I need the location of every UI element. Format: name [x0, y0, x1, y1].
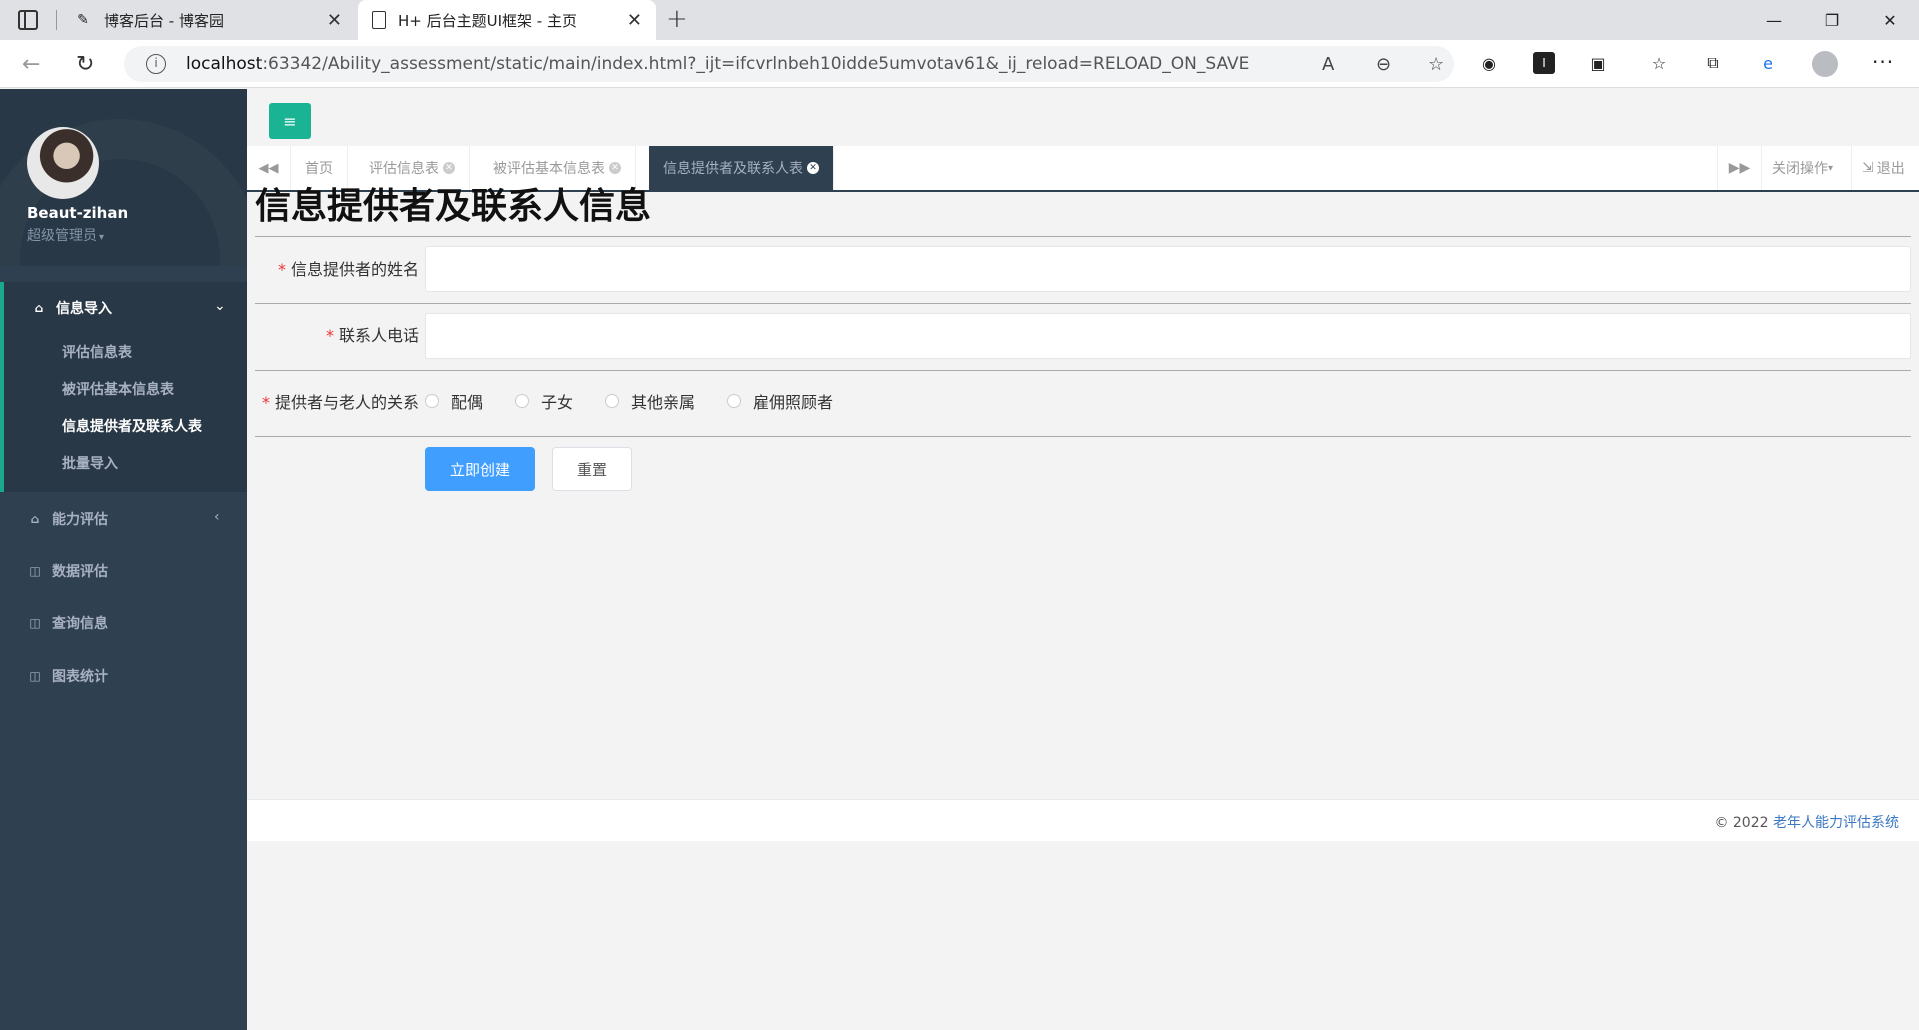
caret-down-icon: ▾	[1828, 162, 1834, 174]
back-icon[interactable]: ←	[22, 52, 40, 77]
info-icon[interactable]: i	[146, 54, 166, 74]
main-content: ≡ ◀◀ 首页 评估信息表 ✕ 被评估基本信息表 ✕ 信息提供者及联系人表 ✕ ▶▶ …	[247, 89, 1919, 1030]
minimize-icon[interactable]: —	[1745, 0, 1803, 40]
window-close-icon[interactable]: ✕	[1861, 0, 1919, 40]
chevron-left-icon[interactable]: ‹	[214, 509, 220, 525]
close-operations-dropdown[interactable]: 关闭操作 ▾	[1761, 146, 1843, 190]
extension-icon[interactable]: I	[1533, 52, 1555, 74]
extension-icon[interactable]: ▣	[1587, 52, 1609, 74]
caret-down-icon: ▾	[99, 232, 105, 243]
sidebar: Beaut-zihan 超级管理员 ▾ ⌂ 信息导入 ⌄ 评估信息表 被评估基本信…	[0, 89, 247, 1030]
radio-circle[interactable]	[425, 394, 439, 408]
close-icon[interactable]: ✕	[327, 10, 342, 31]
collections-icon[interactable]: ⧉	[1702, 52, 1724, 74]
bars-icon: ≡	[283, 111, 297, 131]
url-field[interactable]: i localhost:63342/Ability_assessment/sta…	[124, 46, 1454, 82]
close-icon[interactable]: ✕	[609, 162, 621, 174]
avatar[interactable]	[27, 127, 99, 199]
tab-provider-contact[interactable]: 信息提供者及联系人表 ✕	[649, 146, 834, 190]
radio-other-relatives[interactable]: 其他亲属	[605, 389, 695, 413]
table-icon: ◫	[29, 616, 41, 630]
close-icon[interactable]: ✕	[443, 162, 455, 174]
phone-label: * 联系人电话	[325, 326, 419, 345]
menu-toggle-button[interactable]: ≡	[269, 103, 311, 139]
tab-actions-icon[interactable]	[18, 10, 38, 30]
sidebar-item-data[interactable]: ◫ 数据评估	[26, 561, 108, 581]
home-icon: ⌂	[34, 301, 44, 315]
radio-circle[interactable]	[605, 394, 620, 408]
table-icon: ◫	[29, 564, 41, 578]
new-tab-icon[interactable]: +	[666, 4, 688, 34]
user-profile: Beaut-zihan 超级管理员 ▾	[0, 89, 247, 266]
divider	[255, 436, 1911, 437]
footer: © 2022 老年人能力评估系统	[247, 799, 1919, 841]
name-label: * 信息提供者的姓名	[277, 260, 419, 279]
url-text: localhost:63342/Ability_assessment/stati…	[186, 54, 1250, 74]
create-button[interactable]: 立即创建	[425, 447, 535, 491]
address-bar: ← ↻ i localhost:63342/Ability_assessment…	[0, 40, 1919, 88]
restore-icon[interactable]: ❐	[1803, 0, 1861, 40]
page-icon	[372, 11, 386, 29]
table-icon: ◫	[29, 669, 41, 683]
browser-tab-main[interactable]: H+ 后台主题UI框架 - 主页 ✕	[358, 0, 656, 40]
sign-out-icon: ⇲	[1862, 160, 1874, 176]
sidebar-subitem-provider-contact[interactable]: 信息提供者及联系人表	[62, 416, 202, 436]
relation-label: * 提供者与老人的关系	[261, 393, 419, 412]
system-name-link[interactable]: 老年人能力评估系统	[1773, 815, 1899, 831]
relation-radio-group: 配偶 子女 其他亲属 雇佣照顾者	[425, 389, 865, 413]
radio-spouse[interactable]: 配偶	[425, 389, 483, 413]
top-bar: ≡	[247, 89, 1919, 145]
tabs-scroll-right-icon[interactable]: ▶▶	[1717, 146, 1761, 190]
contact-phone-input[interactable]	[425, 313, 1911, 359]
footer-text: © 2022 老年人能力评估系统	[1714, 815, 1899, 831]
zoom-out-icon[interactable]: ⊖	[1376, 54, 1391, 75]
page-title: 信息提供者及联系人信息	[255, 186, 652, 227]
browser-tab-title: H+ 后台主题UI框架 - 主页	[398, 11, 577, 30]
radio-circle[interactable]	[515, 394, 530, 408]
user-role-dropdown[interactable]: 超级管理员 ▾	[27, 225, 104, 245]
sidebar-subitem-assessed-basic[interactable]: 被评估基本信息表	[62, 379, 174, 399]
divider	[255, 303, 1911, 304]
favorites-icon[interactable]: ☆	[1648, 52, 1670, 74]
sidebar-subitem-assessment[interactable]: 评估信息表	[62, 342, 132, 362]
sidebar-item-ability[interactable]: ⌂ 能力评估	[26, 509, 108, 529]
edge-icon[interactable]: e	[1757, 52, 1779, 74]
sidebar-subitem-batch-import[interactable]: 批量导入	[62, 453, 118, 473]
more-icon[interactable]: ···	[1872, 50, 1894, 74]
sidebar-item-query[interactable]: ◫ 查询信息	[26, 613, 108, 633]
sidebar-item-info-import[interactable]: ⌂ 信息导入	[30, 298, 112, 318]
provider-name-input[interactable]	[425, 246, 1911, 292]
read-aloud-icon[interactable]: A	[1322, 54, 1334, 75]
favorite-add-icon[interactable]: ☆	[1428, 54, 1444, 75]
divider	[56, 10, 57, 30]
close-icon[interactable]: ✕	[807, 162, 819, 174]
reset-button[interactable]: 重置	[552, 447, 632, 491]
sidebar-item-charts[interactable]: ◫ 图表统计	[26, 666, 108, 686]
browser-tab-blog[interactable]: ✎ 博客后台 - 博客园 ✕	[66, 0, 356, 40]
browser-tab-title: 博客后台 - 博客园	[104, 11, 224, 30]
user-name: Beaut-zihan	[27, 204, 129, 222]
close-icon[interactable]: ✕	[627, 10, 642, 31]
extension-icon[interactable]: ◉	[1478, 52, 1500, 74]
divider	[255, 236, 1911, 237]
radio-children[interactable]: 子女	[515, 389, 573, 413]
radio-circle[interactable]	[727, 394, 742, 408]
chevron-down-icon[interactable]: ⌄	[214, 298, 226, 314]
refresh-icon[interactable]: ↻	[76, 52, 94, 77]
logout-button[interactable]: ⇲ 退出	[1851, 146, 1915, 190]
blog-icon: ✎	[77, 12, 89, 28]
divider	[255, 370, 1911, 371]
home-icon: ⌂	[30, 512, 40, 526]
profile-icon[interactable]	[1812, 51, 1838, 77]
radio-hired-caregiver[interactable]: 雇佣照顾者	[727, 389, 833, 413]
browser-tab-bar: ✎ 博客后台 - 博客园 ✕ H+ 后台主题UI框架 - 主页 ✕ + — ❐ …	[0, 0, 1919, 40]
